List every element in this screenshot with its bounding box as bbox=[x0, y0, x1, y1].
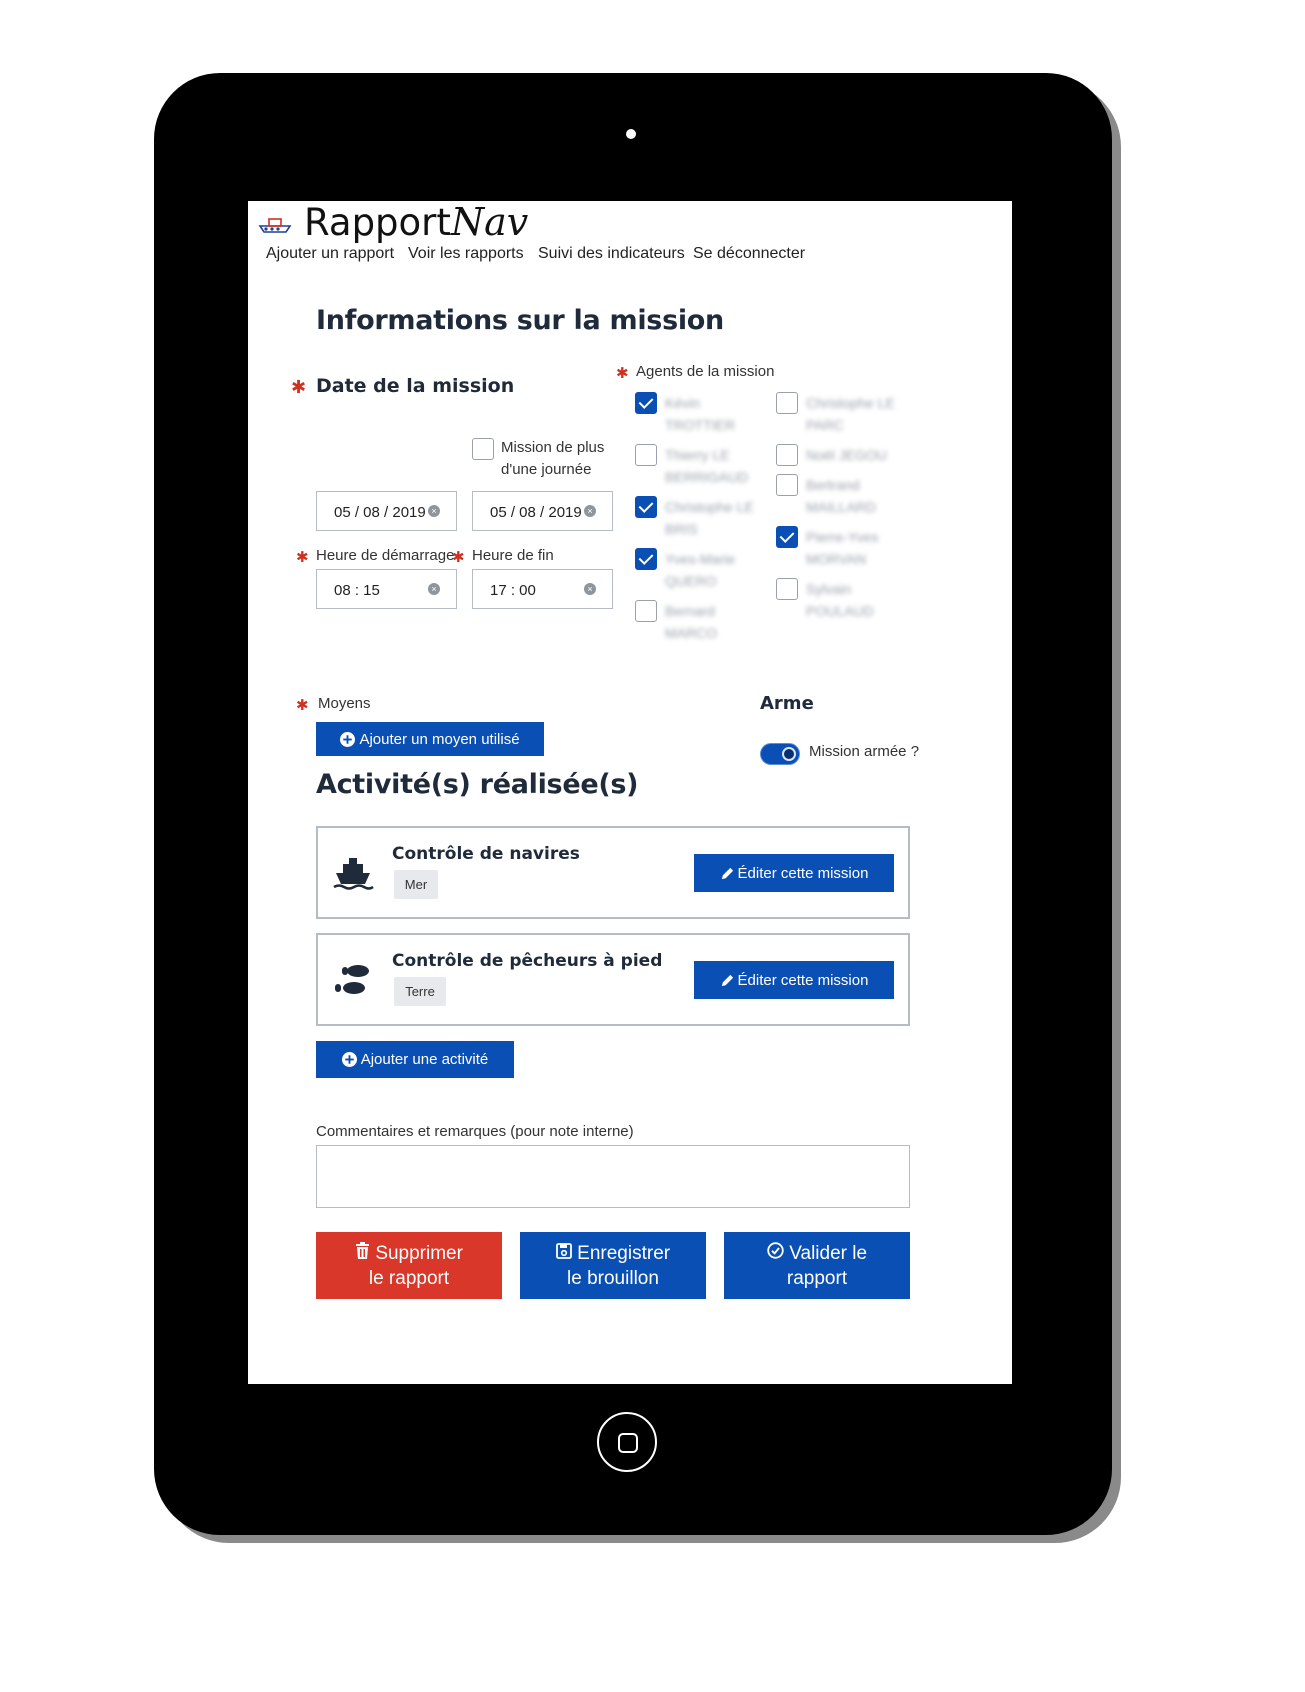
clear-icon[interactable]: × bbox=[428, 583, 440, 595]
agent-checkbox[interactable] bbox=[776, 526, 798, 548]
agent-name: Christophe LE BRIS bbox=[665, 499, 754, 537]
brand-main: Rapport bbox=[304, 201, 451, 244]
moyens-label: Moyens bbox=[318, 695, 371, 712]
activity-tag: Mer bbox=[394, 870, 438, 899]
delete-label-line2: le rapport bbox=[368, 1267, 450, 1289]
agent-name: Noël JEGOU bbox=[806, 447, 887, 463]
agent-name: Kévin TROTTIER bbox=[665, 395, 735, 433]
nav-add-report[interactable]: Ajouter un rapport bbox=[266, 245, 394, 263]
page-title: Informations sur la mission bbox=[316, 305, 724, 336]
floppy-icon bbox=[555, 1242, 577, 1264]
nav-logout[interactable]: Se déconnecter bbox=[693, 245, 805, 263]
delete-label-line1: Supprimer bbox=[375, 1242, 463, 1264]
edit-mission-label: Éditer cette mission bbox=[737, 864, 869, 882]
app-screen: RapportNav Ajouter un rapport Voir les r… bbox=[248, 201, 1012, 1384]
activity-card: Contrôle de navires Mer Éditer cette mis… bbox=[316, 826, 910, 919]
armed-toggle[interactable] bbox=[760, 743, 800, 765]
agent-name: Thierry LE BERRIGAUD bbox=[665, 447, 749, 485]
required-star: ✱ bbox=[296, 697, 309, 714]
logo-boat-icon bbox=[258, 213, 294, 240]
start-date-value: 05 / 08 / 2019 bbox=[334, 504, 426, 521]
clear-icon[interactable]: × bbox=[584, 583, 596, 595]
agent-checkbox[interactable] bbox=[635, 444, 657, 466]
activities-title: Activité(s) réalisée(s) bbox=[316, 769, 639, 800]
validate-label-line2: rapport bbox=[786, 1267, 848, 1289]
required-star: ✱ bbox=[616, 365, 629, 382]
agent-name: Bernard MARCO bbox=[665, 603, 718, 641]
add-moyen-button[interactable]: Ajouter un moyen utilisé bbox=[316, 722, 544, 756]
activity-name: Contrôle de pêcheurs à pied bbox=[392, 951, 663, 971]
camera-dot bbox=[626, 129, 636, 139]
end-time-value: 17 : 00 bbox=[490, 582, 536, 599]
end-date-value: 05 / 08 / 2019 bbox=[490, 504, 582, 521]
plus-circle-icon bbox=[341, 1052, 357, 1067]
agent-name: Bertrand MAILLARD bbox=[806, 477, 877, 515]
end-time-label: Heure de fin bbox=[472, 547, 554, 564]
edit-mission-button[interactable]: Éditer cette mission bbox=[694, 854, 894, 892]
validate-report-button[interactable]: Valider le rapport bbox=[724, 1232, 910, 1299]
save-label-line2: le brouillon bbox=[567, 1267, 659, 1289]
activity-card: Contrôle de pêcheurs à pied Terre Éditer… bbox=[316, 933, 910, 1026]
agent-checkbox[interactable] bbox=[776, 474, 798, 496]
agent-name: Sylvain POULAUD bbox=[806, 581, 874, 619]
footprints-icon bbox=[332, 963, 372, 1004]
ship-icon bbox=[332, 856, 374, 895]
agent-name: Pierre-Yves MORVAN bbox=[806, 529, 879, 567]
agent-checkbox[interactable] bbox=[635, 600, 657, 622]
activity-tag: Terre bbox=[394, 977, 446, 1006]
add-activity-button[interactable]: Ajouter une activité bbox=[316, 1041, 514, 1078]
add-activity-label: Ajouter une activité bbox=[360, 1051, 489, 1068]
agent-name: Christophe LE PARC bbox=[806, 395, 895, 433]
nav-view-reports[interactable]: Voir les rapports bbox=[408, 245, 524, 263]
start-time-label: Heure de démarrage bbox=[316, 547, 455, 564]
multi-day-label: Mission de plus d'une journée bbox=[501, 437, 604, 481]
activity-name: Contrôle de navires bbox=[392, 844, 580, 864]
agent-checkbox[interactable] bbox=[635, 548, 657, 570]
date-label: Date de la mission bbox=[316, 375, 515, 397]
home-button[interactable] bbox=[597, 1412, 657, 1472]
edit-mission-label: Éditer cette mission bbox=[737, 971, 869, 989]
edit-mission-button[interactable]: Éditer cette mission bbox=[694, 961, 894, 999]
end-date-input[interactable]: 05 / 08 / 2019 × bbox=[472, 491, 613, 531]
comments-textarea[interactable] bbox=[316, 1145, 910, 1208]
save-label-line1: Enregistrer bbox=[577, 1242, 671, 1264]
nav-indicators[interactable]: Suivi des indicateurs bbox=[538, 245, 685, 263]
armed-toggle-label: Mission armée ? bbox=[809, 743, 920, 760]
agents-label: Agents de la mission bbox=[636, 363, 775, 380]
check-circle-icon bbox=[767, 1241, 789, 1264]
required-star: ✱ bbox=[296, 549, 309, 566]
multi-day-label-line2: d'une journée bbox=[501, 461, 592, 478]
validate-label-line1: Valider le bbox=[789, 1242, 868, 1264]
agent-checkbox[interactable] bbox=[635, 392, 657, 414]
required-star: ✱ bbox=[452, 549, 465, 566]
multi-day-label-line1: Mission de plus bbox=[501, 439, 605, 456]
plus-circle-icon bbox=[340, 731, 356, 747]
agent-checkbox[interactable] bbox=[635, 496, 657, 518]
add-moyen-label: Ajouter un moyen utilisé bbox=[359, 730, 520, 748]
agent-checkbox[interactable] bbox=[776, 578, 798, 600]
start-time-input[interactable]: 08 : 15 × bbox=[316, 569, 457, 609]
end-time-input[interactable]: 17 : 00 × bbox=[472, 569, 613, 609]
clear-icon[interactable]: × bbox=[428, 505, 440, 517]
clear-icon[interactable]: × bbox=[584, 505, 596, 517]
comments-label: Commentaires et remarques (pour note int… bbox=[316, 1123, 634, 1140]
required-star: ✱ bbox=[291, 377, 307, 397]
agent-checkbox[interactable] bbox=[776, 392, 798, 414]
multi-day-checkbox[interactable] bbox=[472, 438, 494, 460]
arme-title: Arme bbox=[760, 693, 814, 714]
start-date-input[interactable]: 05 / 08 / 2019 × bbox=[316, 491, 457, 531]
agent-name: Yves-Marie QUERO bbox=[665, 551, 736, 589]
agent-checkbox[interactable] bbox=[776, 444, 798, 466]
start-time-value: 08 : 15 bbox=[334, 582, 380, 599]
app-brand[interactable]: RapportNav bbox=[304, 201, 528, 244]
pencil-icon bbox=[720, 973, 735, 988]
trash-icon bbox=[355, 1241, 375, 1264]
delete-report-button[interactable]: Supprimer le rapport bbox=[316, 1232, 502, 1299]
save-draft-button[interactable]: Enregistrer le brouillon bbox=[520, 1232, 706, 1299]
pencil-icon bbox=[720, 866, 735, 881]
brand-italic: Nav bbox=[450, 201, 529, 244]
